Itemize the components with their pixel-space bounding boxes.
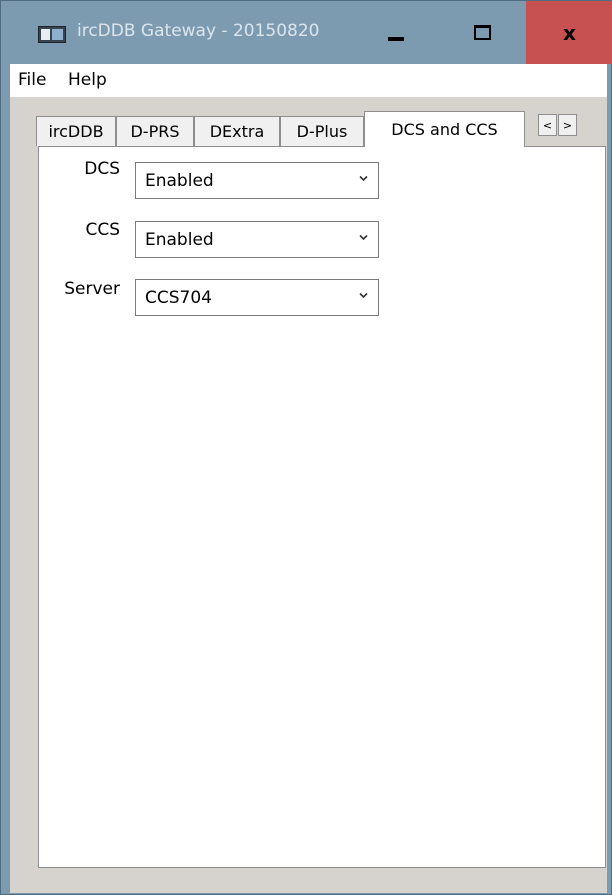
title-bar[interactable]: ircDDB Gateway - 20150820 x xyxy=(1,1,612,64)
maximize-icon xyxy=(474,25,491,40)
tab-scroll-left-button[interactable]: < xyxy=(538,114,557,136)
client-area: ircDDB D-PRS DExtra D-Plus DCS and CCS <… xyxy=(10,97,607,887)
app-window-icon xyxy=(38,26,66,43)
maximize-button[interactable] xyxy=(439,1,526,64)
chevron-down-icon xyxy=(359,234,368,241)
minimize-icon xyxy=(387,36,404,41)
menu-bar: File Help xyxy=(10,64,607,97)
tab-ircddb[interactable]: ircDDB xyxy=(36,116,116,146)
tab-page-dcs-and-ccs: DCS Enabled CCS Enabled Server CCS704 xyxy=(38,146,606,868)
tab-dextra[interactable]: DExtra xyxy=(194,116,280,146)
chevron-down-icon xyxy=(359,292,368,299)
dcs-label: DCS xyxy=(84,159,120,179)
minimize-button[interactable] xyxy=(352,1,439,64)
server-select[interactable]: CCS704 xyxy=(135,279,379,316)
dcs-select[interactable]: Enabled xyxy=(135,162,379,199)
tab-scroll-right-button[interactable]: > xyxy=(558,114,577,136)
tab-d-plus[interactable]: D-Plus xyxy=(280,116,364,146)
window-bottom-border xyxy=(10,887,607,893)
ccs-select-value: Enabled xyxy=(145,230,214,250)
chevron-down-icon xyxy=(359,175,368,182)
main-window: ircDDB Gateway - 20150820 x File Help ir… xyxy=(0,0,612,895)
window-title: ircDDB Gateway - 20150820 xyxy=(77,21,320,41)
ccs-select[interactable]: Enabled xyxy=(135,221,379,258)
menu-file[interactable]: File xyxy=(18,70,46,90)
tab-d-prs[interactable]: D-PRS xyxy=(116,116,194,146)
close-icon: x xyxy=(563,20,576,45)
dcs-select-value: Enabled xyxy=(145,171,214,191)
tab-dcs-and-ccs[interactable]: DCS and CCS xyxy=(364,111,525,147)
chevron-left-icon: < xyxy=(542,118,553,132)
menu-help[interactable]: Help xyxy=(68,70,107,90)
ccs-label: CCS xyxy=(85,220,120,240)
close-button[interactable]: x xyxy=(526,1,612,64)
server-select-value: CCS704 xyxy=(145,288,212,308)
chevron-right-icon: > xyxy=(562,118,573,132)
server-label: Server xyxy=(64,279,120,299)
